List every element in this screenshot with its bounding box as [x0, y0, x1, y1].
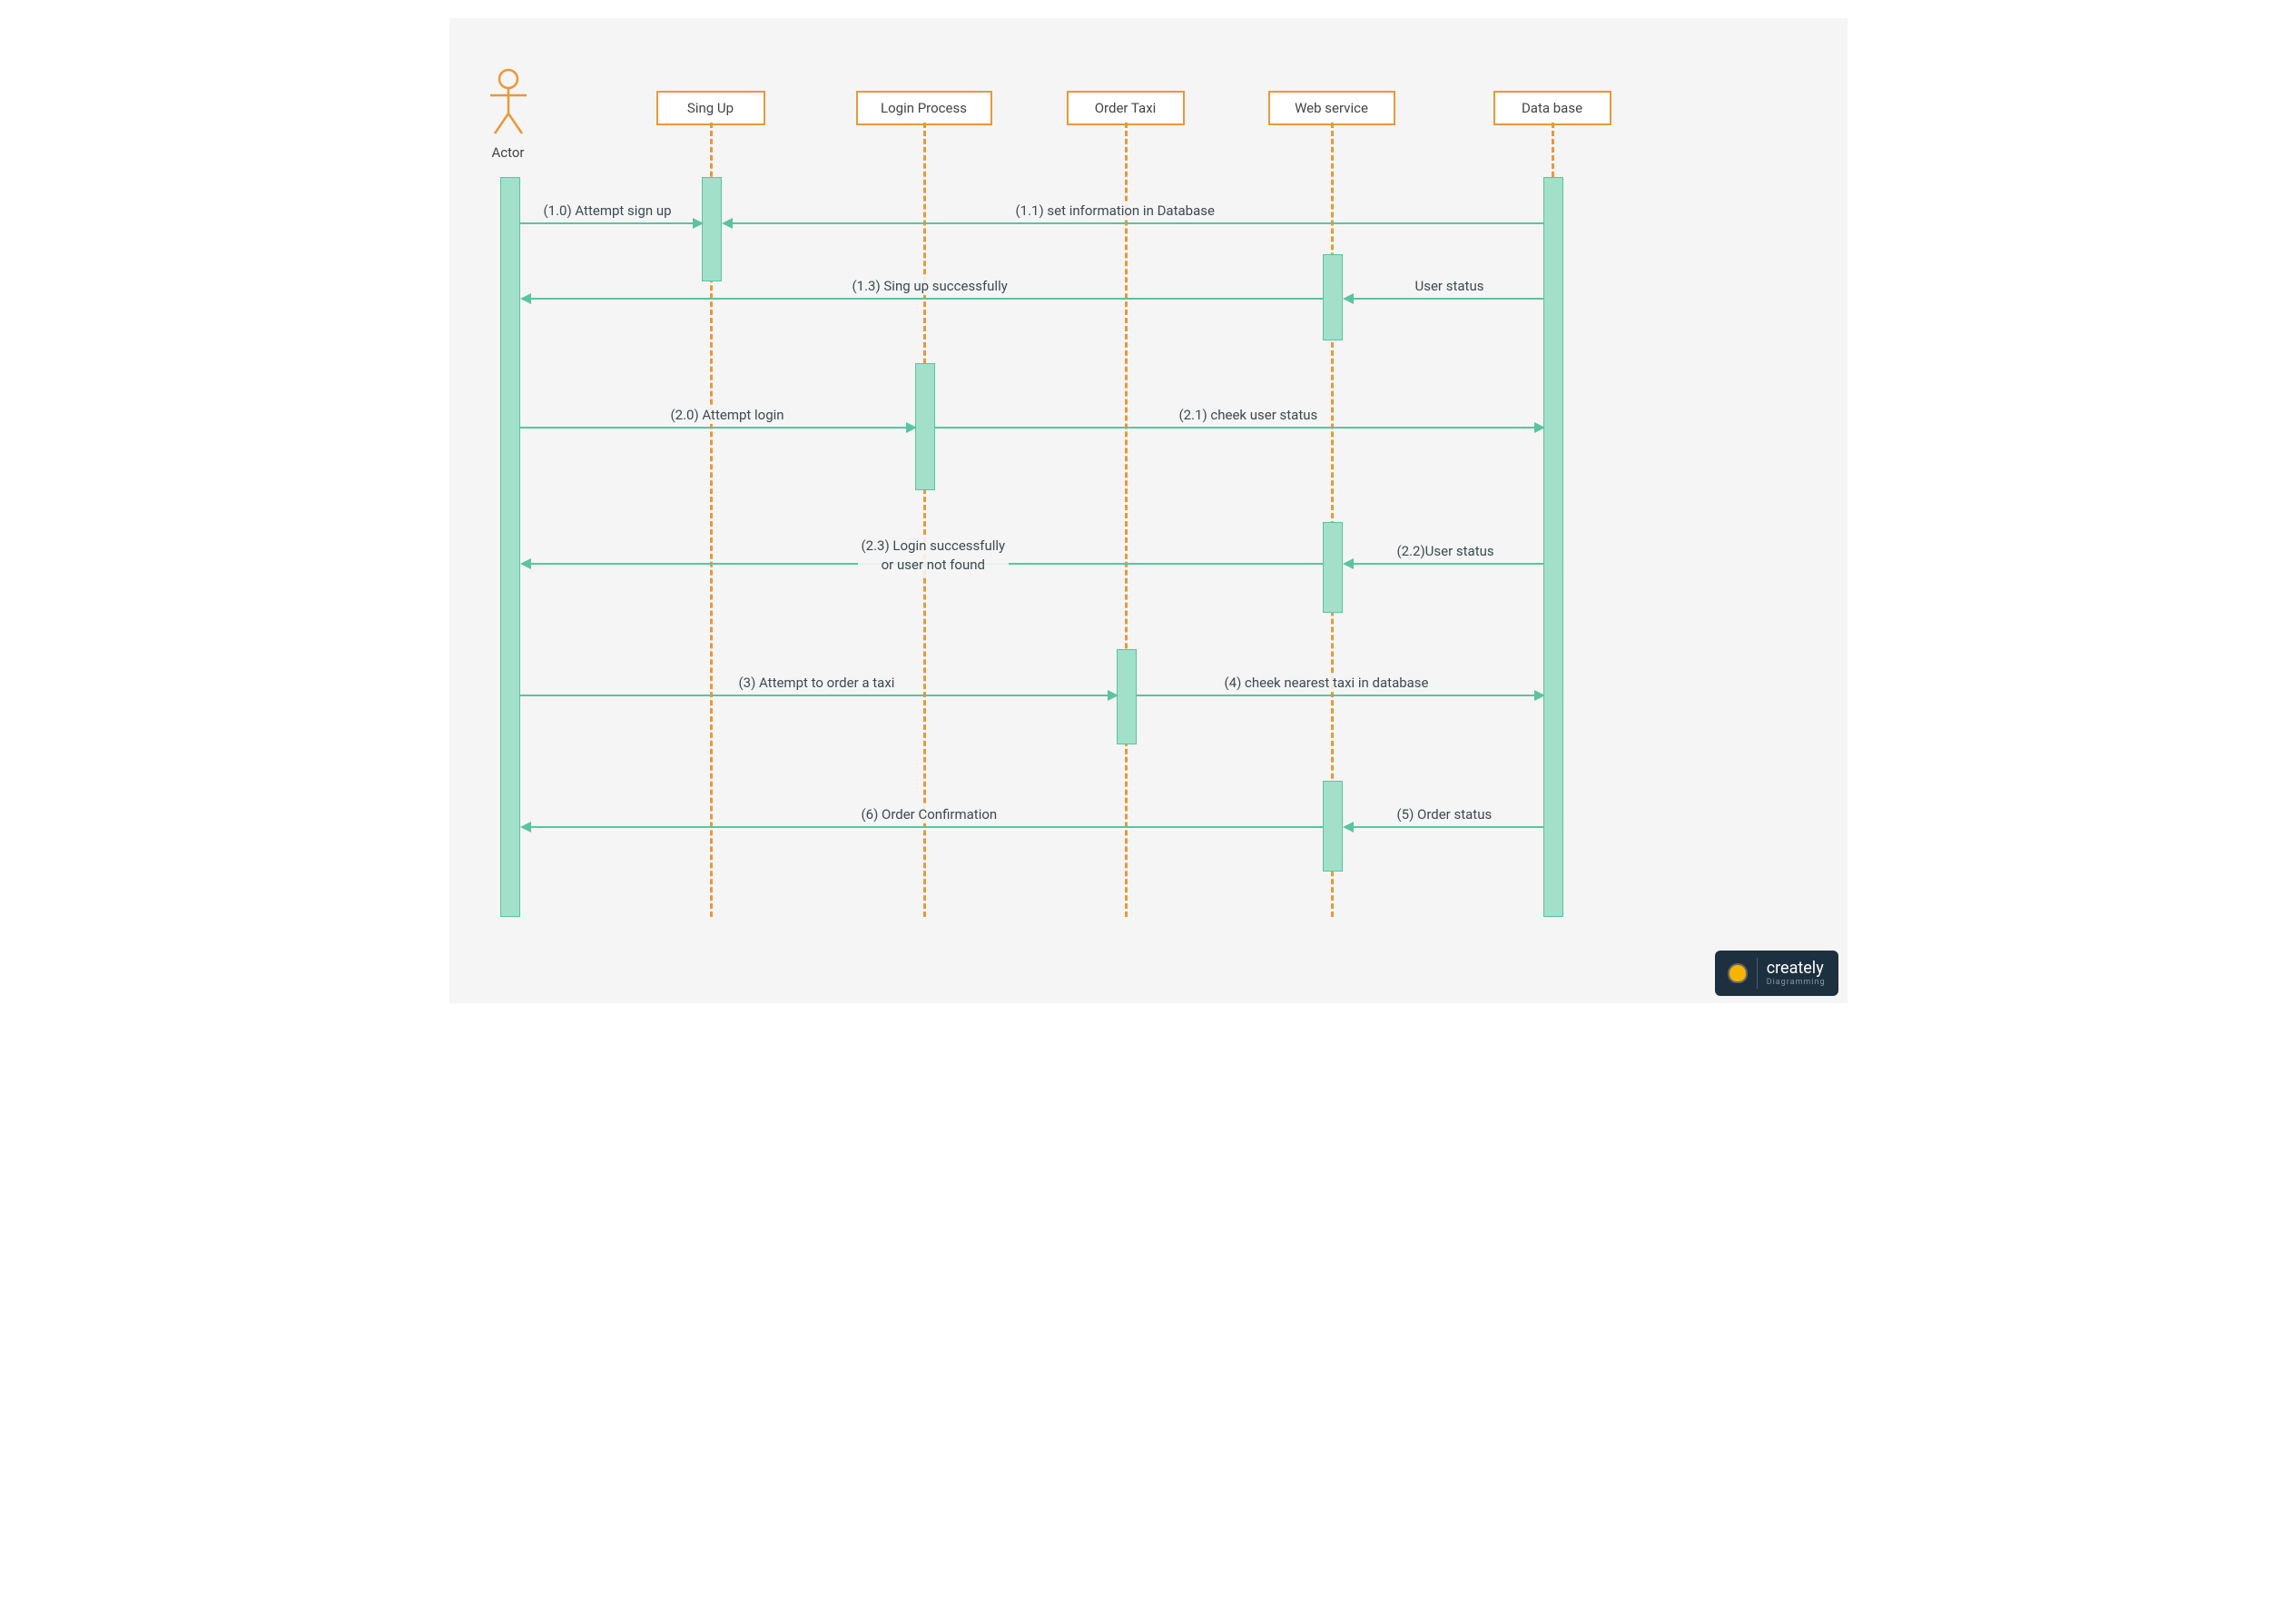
msg-2-3-label-a: (2.3) Login successfully — [862, 537, 1006, 554]
msg-1-1-arrow — [722, 218, 733, 229]
activation-actor — [500, 177, 520, 917]
msg-2-3-label-b: or user not found — [882, 557, 985, 573]
msg-6-arrow — [520, 822, 531, 833]
logo-sub: Diagramming — [1767, 979, 1826, 987]
msg-2-0-label: (2.0) Attempt login — [667, 406, 788, 424]
msg-2-0-arrow — [906, 422, 917, 433]
lifeline-dash-login — [923, 123, 926, 917]
msg-2-0-line — [520, 427, 915, 429]
activation-login — [915, 363, 935, 490]
lifeline-login: Login Process — [856, 91, 992, 125]
msg-5-line — [1354, 826, 1543, 828]
msg-1-2-line — [1354, 298, 1543, 300]
bulb-icon — [1728, 963, 1748, 983]
msg-2-2-line — [1354, 563, 1543, 565]
activation-signup — [702, 177, 722, 281]
creately-logo: creately Diagramming — [1715, 951, 1838, 996]
lifeline-database: Data base — [1493, 91, 1611, 125]
lifeline-signup: Sing Up — [656, 91, 765, 125]
actor-label: Actor — [486, 144, 531, 161]
msg-3-label: (3) Attempt to order a taxi — [735, 674, 899, 692]
msg-1-0-line — [520, 222, 702, 224]
msg-4-arrow — [1534, 690, 1545, 701]
msg-3-arrow — [1108, 690, 1118, 701]
diagram-canvas: Actor Sing Up Login Process Order Taxi W… — [449, 18, 1848, 1003]
msg-2-3-arrow — [520, 558, 531, 569]
msg-4-line — [1137, 695, 1543, 696]
msg-3-line — [520, 695, 1117, 696]
activation-ws-3 — [1323, 781, 1343, 872]
activation-order — [1117, 649, 1137, 744]
msg-2-2-arrow — [1343, 558, 1354, 569]
msg-1-3-label: (1.3) Sing up successfully — [849, 277, 1011, 295]
msg-6-line — [529, 826, 1323, 828]
msg-5-label: (5) Order status — [1394, 805, 1496, 823]
actor-icon — [486, 68, 531, 136]
actor-participant: Actor — [486, 68, 531, 161]
msg-6-label: (6) Order Confirmation — [858, 805, 1001, 823]
activation-ws-1 — [1323, 254, 1343, 340]
msg-1-1-line — [731, 222, 1543, 224]
msg-1-3-line — [529, 298, 1323, 300]
logo-text: creately Diagramming — [1767, 961, 1826, 987]
logo-separator — [1757, 958, 1758, 989]
msg-5-arrow — [1343, 822, 1354, 833]
msg-4-label: (4) cheek nearest taxi in database — [1221, 674, 1433, 692]
msg-1-0-label: (1.0) Attempt sign up — [540, 202, 675, 220]
msg-1-3-arrow — [520, 293, 531, 304]
lifeline-order: Order Taxi — [1067, 91, 1185, 125]
msg-2-3-label: (2.3) Login successfully or user not fou… — [858, 536, 1010, 576]
msg-2-1-line — [935, 427, 1543, 429]
msg-1-2-label: User status — [1412, 277, 1488, 295]
msg-2-1-label: (2.1) cheek user status — [1176, 406, 1322, 424]
msg-1-1-label: (1.1) set information in Database — [1012, 202, 1218, 220]
msg-2-1-arrow — [1534, 422, 1545, 433]
msg-1-0-arrow — [693, 218, 704, 229]
msg-2-2-label: (2.2)User status — [1394, 542, 1498, 560]
logo-name: creately — [1767, 961, 1826, 977]
lifeline-dash-database — [1552, 123, 1554, 177]
msg-1-2-arrow — [1343, 293, 1354, 304]
activation-db — [1543, 177, 1563, 917]
lifeline-webservice: Web service — [1268, 91, 1395, 125]
lifeline-dash-order — [1125, 123, 1128, 917]
activation-ws-2 — [1323, 522, 1343, 613]
